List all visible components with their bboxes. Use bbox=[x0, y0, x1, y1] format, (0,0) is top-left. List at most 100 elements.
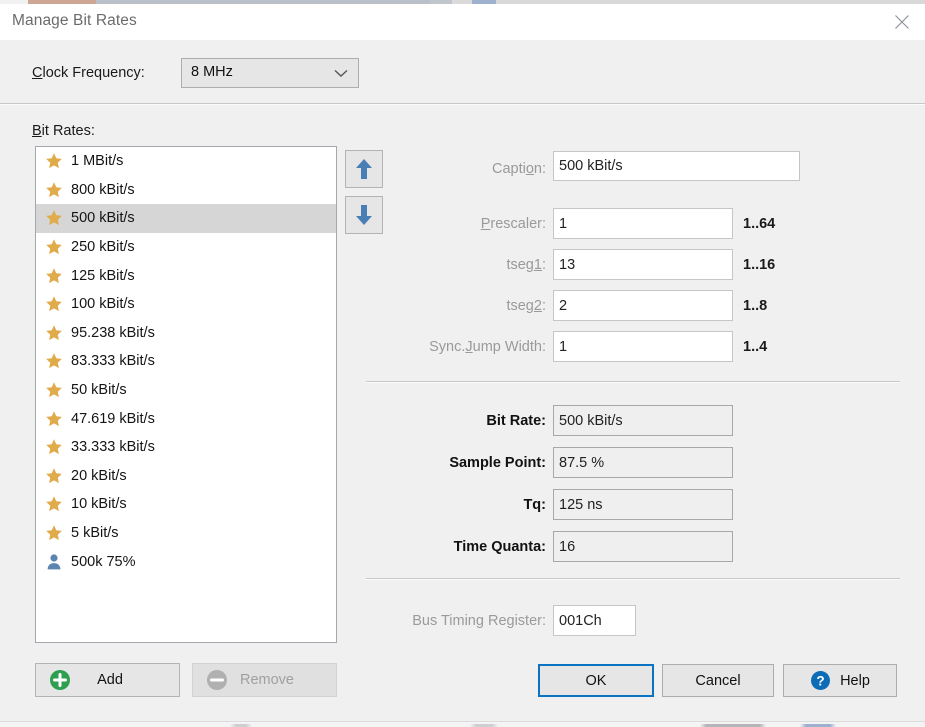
time-quanta-label: Time Quanta: bbox=[453, 539, 546, 555]
star-icon bbox=[46, 210, 62, 226]
bit-rates-list[interactable]: 1 MBit/s 800 kBit/s 500 kBit/s 250 kBit/s 12… bbox=[35, 146, 337, 643]
bus-timing-register-value: 001Ch bbox=[559, 612, 602, 629]
question-circle-icon: ? bbox=[810, 670, 831, 691]
star-icon bbox=[46, 382, 62, 398]
tseg2-range: 1..8 bbox=[743, 298, 768, 314]
star-icon bbox=[46, 353, 62, 369]
tseg1-value: 13 bbox=[559, 256, 576, 273]
list-item[interactable]: 47.619 kBit/s bbox=[36, 404, 336, 433]
close-button[interactable] bbox=[879, 4, 925, 40]
sample-point-value-field: 87.5 % bbox=[553, 447, 733, 478]
list-item[interactable]: 125 kBit/s bbox=[36, 261, 336, 290]
move-down-button[interactable] bbox=[345, 196, 383, 234]
cancel-button[interactable]: Cancel bbox=[662, 664, 774, 697]
clock-frequency-label: Clock Frequency: bbox=[32, 65, 145, 81]
star-icon bbox=[46, 496, 62, 512]
list-item-label: 800 kBit/s bbox=[71, 181, 135, 198]
star-icon bbox=[43, 466, 65, 486]
star-icon bbox=[46, 296, 62, 312]
manage-bit-rates-dialog: Manage Bit Rates Clock Frequency: 8 MHz … bbox=[0, 0, 925, 727]
list-item-label: 500 kBit/s bbox=[71, 210, 135, 227]
star-icon bbox=[43, 208, 65, 228]
tseg2-input[interactable]: 2 bbox=[553, 290, 733, 321]
tq-value: 125 ns bbox=[559, 496, 603, 513]
list-item[interactable]: 800 kBit/s bbox=[36, 176, 336, 205]
list-item[interactable]: 95.238 kBit/s bbox=[36, 319, 336, 348]
star-icon bbox=[43, 409, 65, 429]
page-title: Manage Bit Rates bbox=[12, 12, 137, 29]
list-item[interactable]: 250 kBit/s bbox=[36, 233, 336, 262]
sample-point-label: Sample Point: bbox=[449, 455, 546, 471]
list-item-label: 47.619 kBit/s bbox=[71, 410, 155, 427]
list-item[interactable]: 20 kBit/s bbox=[36, 462, 336, 491]
sync-jump-width-input[interactable]: 1 bbox=[553, 331, 733, 362]
prescaler-label: Prescaler: bbox=[480, 216, 546, 232]
sync-jump-width-range: 1..4 bbox=[743, 339, 768, 355]
tseg2-label: tseg2: bbox=[506, 298, 546, 314]
list-item-label: 50 kBit/s bbox=[71, 382, 127, 399]
list-item-label: 33.333 kBit/s bbox=[71, 439, 155, 456]
tq-value-field: 125 ns bbox=[553, 489, 733, 520]
star-icon bbox=[43, 437, 65, 457]
list-item[interactable]: 10 kBit/s bbox=[36, 490, 336, 519]
prescaler-range: 1..64 bbox=[743, 216, 776, 232]
list-item[interactable]: 83.333 kBit/s bbox=[36, 347, 336, 376]
tseg2-value: 2 bbox=[559, 297, 568, 314]
prescaler-input[interactable]: 1 bbox=[553, 208, 733, 239]
caption-label: Caption: bbox=[491, 161, 546, 177]
star-icon bbox=[43, 523, 65, 543]
list-item[interactable]: 5 kBit/s bbox=[36, 519, 336, 548]
remove-button[interactable]: Remove bbox=[192, 663, 337, 697]
star-icon bbox=[43, 294, 65, 314]
bit-rate-value-field: 500 kBit/s bbox=[553, 405, 733, 436]
list-item[interactable]: 100 kBit/s bbox=[36, 290, 336, 319]
sync-jump-width-value: 1 bbox=[559, 338, 568, 355]
bus-timing-register-label: Bus Timing Register: bbox=[412, 613, 546, 629]
help-button[interactable]: ? Help bbox=[783, 664, 897, 697]
list-item-label: 5 kBit/s bbox=[71, 525, 119, 542]
tseg1-label: tseg1: bbox=[506, 257, 546, 273]
caption-value: 500 kBit/s bbox=[559, 158, 623, 174]
star-icon bbox=[46, 239, 62, 255]
tseg1-input[interactable]: 13 bbox=[553, 249, 733, 280]
bit-rates-accel: B bbox=[32, 123, 42, 139]
list-item-label: 500k 75% bbox=[71, 553, 136, 570]
star-icon bbox=[46, 267, 62, 283]
list-item-label: 100 kBit/s bbox=[71, 296, 135, 313]
list-item[interactable]: 33.333 kBit/s bbox=[36, 433, 336, 462]
add-button[interactable]: Add bbox=[35, 663, 180, 697]
user-icon bbox=[43, 552, 65, 572]
bus-timing-register-input[interactable]: 001Ch bbox=[553, 605, 636, 636]
list-item-label: 20 kBit/s bbox=[71, 467, 127, 484]
clock-frequency-value: 8 MHz bbox=[191, 64, 233, 80]
help-button-label: Help bbox=[840, 672, 870, 689]
list-item[interactable]: 500k 75% bbox=[36, 547, 336, 576]
arrow-down-icon bbox=[356, 205, 372, 225]
list-item[interactable]: 500 kBit/s bbox=[36, 204, 336, 233]
caption-input[interactable]: 500 kBit/s bbox=[553, 151, 800, 181]
star-icon bbox=[46, 525, 62, 541]
tseg1-range: 1..16 bbox=[743, 257, 776, 273]
tq-label: Tq: bbox=[523, 497, 546, 513]
sync-jump-width-label: Sync.Jump Width: bbox=[429, 339, 546, 355]
list-item[interactable]: 50 kBit/s bbox=[36, 376, 336, 405]
list-item[interactable]: 1 MBit/s bbox=[36, 147, 336, 176]
star-icon bbox=[43, 237, 65, 257]
move-up-button[interactable] bbox=[345, 150, 383, 188]
time-quanta-value-field: 16 bbox=[553, 531, 733, 562]
star-icon bbox=[43, 151, 65, 171]
bit-rates-label: Bit Rates: bbox=[32, 123, 95, 139]
clock-frequency-select[interactable]: 8 MHz bbox=[181, 58, 359, 88]
remove-button-label: Remove bbox=[240, 672, 294, 688]
bit-rates-label-rest: it Rates: bbox=[41, 123, 95, 139]
star-icon bbox=[43, 380, 65, 400]
ok-button-label: OK bbox=[585, 672, 607, 689]
list-item-label: 1 MBit/s bbox=[71, 153, 124, 170]
star-icon bbox=[46, 153, 62, 169]
cancel-button-label: Cancel bbox=[695, 672, 741, 689]
star-icon bbox=[43, 494, 65, 514]
title-bar: Manage Bit Rates bbox=[0, 4, 925, 40]
minus-circle-icon bbox=[206, 669, 228, 691]
ok-button[interactable]: OK bbox=[538, 664, 654, 697]
star-icon bbox=[46, 410, 62, 426]
